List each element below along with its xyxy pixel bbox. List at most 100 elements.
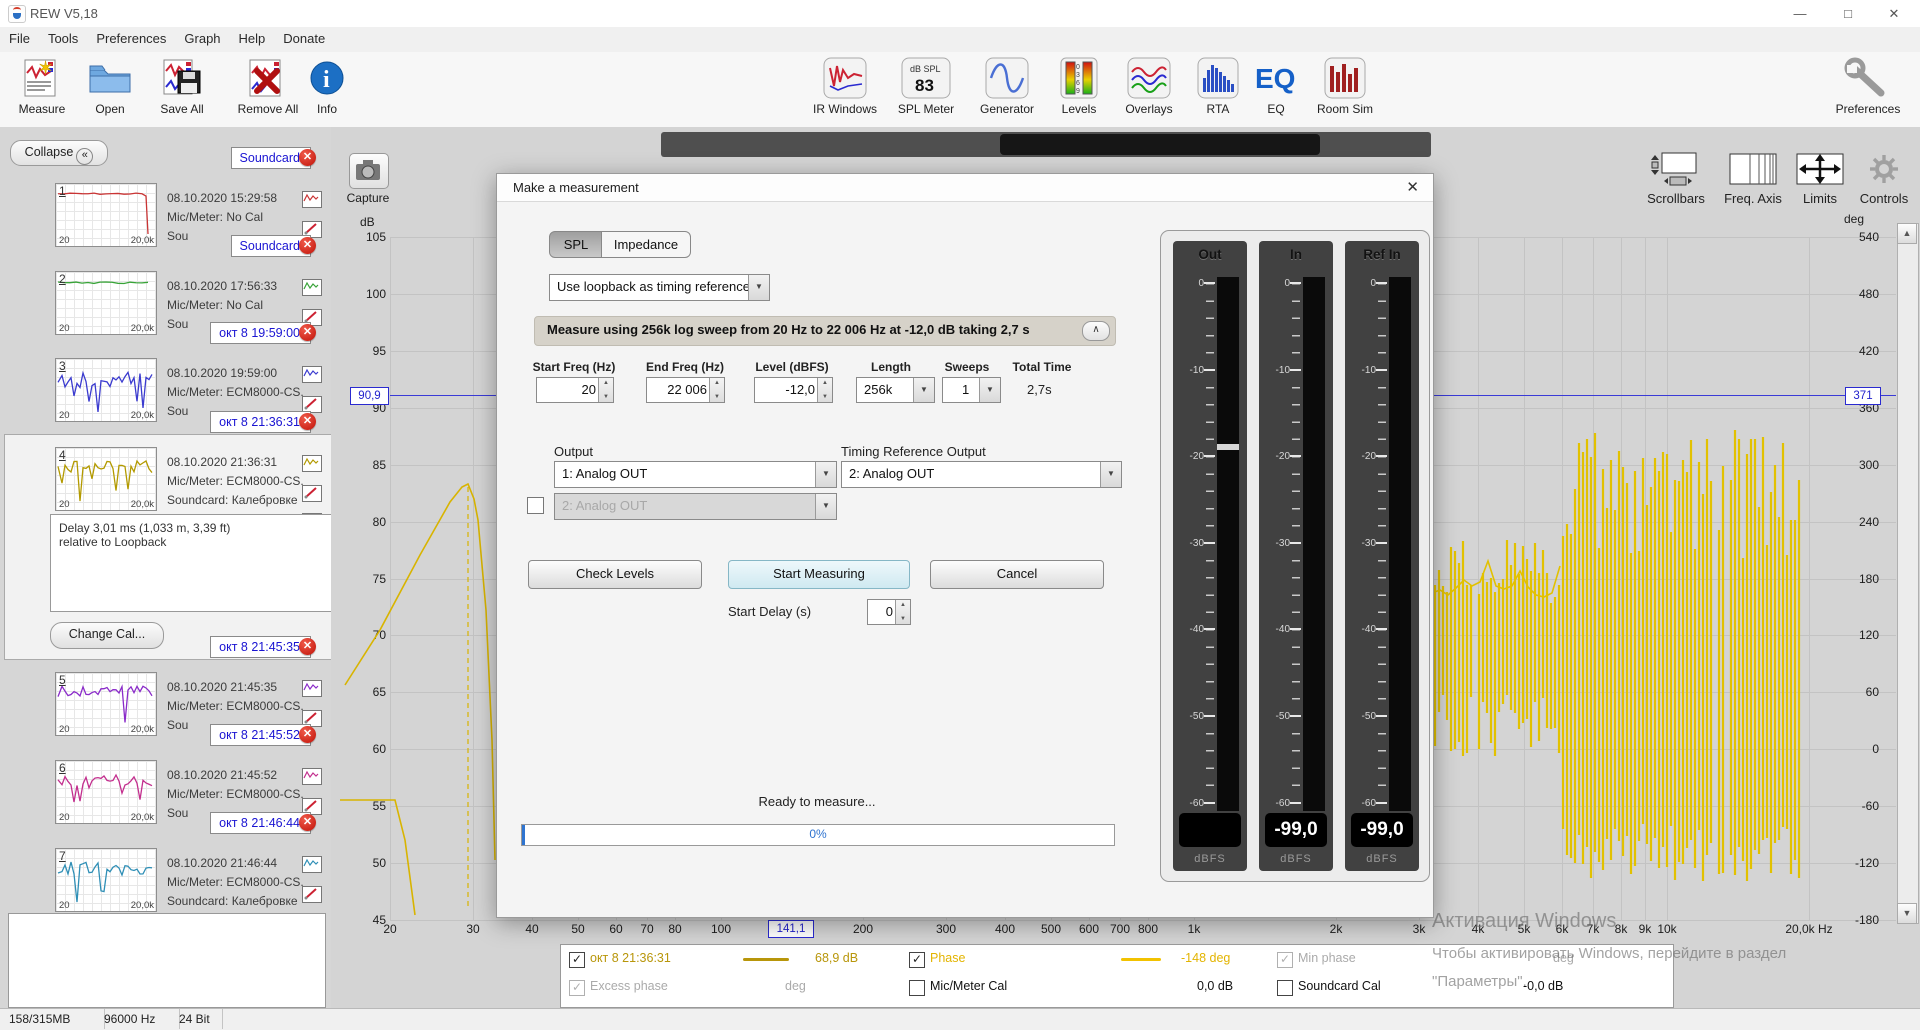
cancel-button[interactable]: Cancel <box>930 560 1104 589</box>
remove-measurement-icon[interactable]: ✕ <box>299 413 316 430</box>
legend-value: -148 deg <box>1181 951 1231 965</box>
measurement-tab[interactable]: окт 8 21:45:35 <box>210 636 311 658</box>
meter-scale-label: -50 <box>1361 711 1376 722</box>
x-tick: 200 <box>852 922 874 936</box>
legend-checkbox[interactable] <box>1277 980 1293 996</box>
graph-control-scrollbars[interactable] <box>1650 149 1702 189</box>
end-freq-input[interactable]: 22 006 ▲ ▼ <box>646 377 725 403</box>
graph-control-label: Controls <box>1859 191 1909 206</box>
remove-measurement-icon[interactable]: ✕ <box>299 638 316 655</box>
output2-dropdown-disabled: 2: Analog OUT ▼ <box>554 493 837 520</box>
menu-help[interactable]: Help <box>230 27 275 50</box>
toolbar-button-generator[interactable]: Generator <box>968 56 1046 116</box>
remove-measurement-icon[interactable]: ✕ <box>299 726 316 743</box>
tab-impedance[interactable]: Impedance <box>601 231 691 258</box>
toolbar-button-info[interactable]: i Info <box>305 56 349 116</box>
meter-units: dBFS <box>1280 853 1312 865</box>
toolbar-button-ir-windows[interactable]: IR Windows <box>810 56 880 116</box>
y-right-tick: 60 <box>1865 685 1879 699</box>
timing-output-dropdown[interactable]: 2: Analog OUT ▼ <box>841 461 1122 488</box>
timing-reference-dropdown[interactable]: Use loopback as timing reference ▼ <box>549 274 770 301</box>
toolbar-button-measure[interactable]: ✶ Measure <box>10 56 74 116</box>
scroll-up-icon[interactable]: ▲ <box>1897 223 1917 244</box>
collapse-button[interactable]: Collapse « <box>10 140 108 166</box>
y-right-tick: 540 <box>1858 230 1879 244</box>
scroll-down-icon[interactable]: ▼ <box>1897 903 1917 924</box>
start-measuring-button[interactable]: Start Measuring <box>728 560 910 589</box>
toolbar-button-save-all[interactable]: Save All <box>145 56 219 116</box>
legend-checkbox[interactable]: ✓ <box>909 952 925 968</box>
output-dropdown[interactable]: 1: Analog OUT ▼ <box>554 461 837 488</box>
toolbar-button-room-sim[interactable]: Room Sim <box>1306 56 1384 116</box>
measurement-thumbnail[interactable]: 4 20 20,0k <box>55 447 157 511</box>
start-freq-input[interactable]: 20 ▲ ▼ <box>536 377 614 403</box>
minimize-button[interactable]: — <box>1780 2 1820 25</box>
edit-pencil-icon[interactable] <box>302 886 322 903</box>
measurement-thumbnail[interactable]: 3 20 20,0k <box>55 358 157 422</box>
remove-measurement-icon[interactable]: ✕ <box>299 324 316 341</box>
mini-graph-icon[interactable] <box>302 856 322 873</box>
capture-button[interactable] <box>349 153 389 189</box>
toolbar-button-remove-all[interactable]: Remove All <box>222 56 314 116</box>
change-cal-button[interactable]: Change Cal... <box>50 622 164 649</box>
measurement-thumbnail[interactable]: 6 20 20,0k <box>55 760 157 824</box>
level-input[interactable]: -12,0 ▲ ▼ <box>754 377 833 403</box>
measurement-thumbnail[interactable]: 5 20 20,0k <box>55 672 157 736</box>
toolbar-button-levels[interactable]: 0 3 6 9 Levels <box>1050 56 1108 116</box>
tab-spl[interactable]: SPL <box>549 231 603 258</box>
toolbar-button-spl-meter[interactable]: dB SPL 83 SPL Meter <box>888 56 964 116</box>
vertical-scrollbar[interactable] <box>1897 223 1919 924</box>
toolbar-button-overlays[interactable]: Overlays <box>1112 56 1186 116</box>
mini-graph-icon[interactable] <box>302 366 322 383</box>
toolbar-button-open[interactable]: Open <box>78 56 142 116</box>
remove-measurement-icon[interactable]: ✕ <box>299 814 316 831</box>
edit-pencil-icon[interactable] <box>302 485 322 502</box>
graph-control-freq-axis[interactable] <box>1727 149 1779 189</box>
y-left-tick: 60 <box>372 742 386 756</box>
meter-bar <box>1303 277 1325 811</box>
check-levels-button[interactable]: Check Levels <box>528 560 702 589</box>
remove-measurement-icon[interactable]: ✕ <box>299 149 316 166</box>
graph-control-controls[interactable] <box>1858 149 1910 189</box>
output2-checkbox[interactable] <box>527 497 544 514</box>
measurement-thumbnail[interactable]: 7 20 20,0k <box>55 848 157 912</box>
menu-file[interactable]: File <box>0 27 39 50</box>
measurement-tab[interactable]: окт 8 21:36:31 <box>210 411 311 433</box>
mini-graph-icon[interactable] <box>302 191 322 208</box>
toolbar-button-rta[interactable]: RTA <box>1190 56 1246 116</box>
mini-graph-icon[interactable] <box>302 680 322 697</box>
svg-text:EQ: EQ <box>1255 63 1295 94</box>
y-left-tick: 100 <box>365 287 386 301</box>
measurement-tab[interactable]: окт 8 21:45:52 <box>210 724 311 746</box>
mini-graph-icon[interactable] <box>302 455 322 472</box>
dialog-close-icon[interactable]: ✕ <box>1406 178 1419 196</box>
graph-control-limits[interactable] <box>1794 149 1846 189</box>
toolbar-button-preferences[interactable]: Preferences <box>1825 56 1911 116</box>
meter-readout: -99,0 <box>1351 813 1413 847</box>
legend-checkbox[interactable] <box>909 980 925 996</box>
menu-preferences[interactable]: Preferences <box>87 27 175 50</box>
measurement-tab[interactable]: окт 8 19:59:00 <box>210 322 311 344</box>
y-left-tick: 50 <box>372 856 386 870</box>
menu-tools[interactable]: Tools <box>39 27 87 50</box>
length-dropdown[interactable]: 256k ▼ <box>856 377 935 403</box>
mini-graph-icon[interactable] <box>302 279 322 296</box>
sweeps-dropdown[interactable]: 1 ▼ <box>942 377 1001 403</box>
measurement-tab[interactable]: окт 8 21:46:44 <box>210 812 311 834</box>
toolbar-button-eq[interactable]: EQ EQ <box>1252 56 1300 116</box>
legend-checkbox[interactable]: ✓ <box>569 952 585 968</box>
open-icon <box>78 56 142 100</box>
mini-graph-icon[interactable] <box>302 768 322 785</box>
collapse-summary-button[interactable]: ∧ <box>1082 321 1110 341</box>
close-button[interactable]: ✕ <box>1874 2 1914 25</box>
remove-measurement-icon[interactable]: ✕ <box>299 237 316 254</box>
meter-major-tick <box>1290 628 1301 630</box>
meter-major-tick <box>1290 542 1301 544</box>
maximize-button[interactable]: □ <box>1828 2 1868 25</box>
start-delay-input[interactable]: 0 ▲ ▼ <box>867 599 911 625</box>
menu-graph[interactable]: Graph <box>175 27 229 50</box>
measurement-thumbnail[interactable]: 1 20 20,0k <box>55 183 157 247</box>
graph-tab-active[interactable] <box>1000 134 1320 155</box>
menu-donate[interactable]: Donate <box>274 27 334 50</box>
measurement-thumbnail[interactable]: 2 20 20,0k <box>55 271 157 335</box>
